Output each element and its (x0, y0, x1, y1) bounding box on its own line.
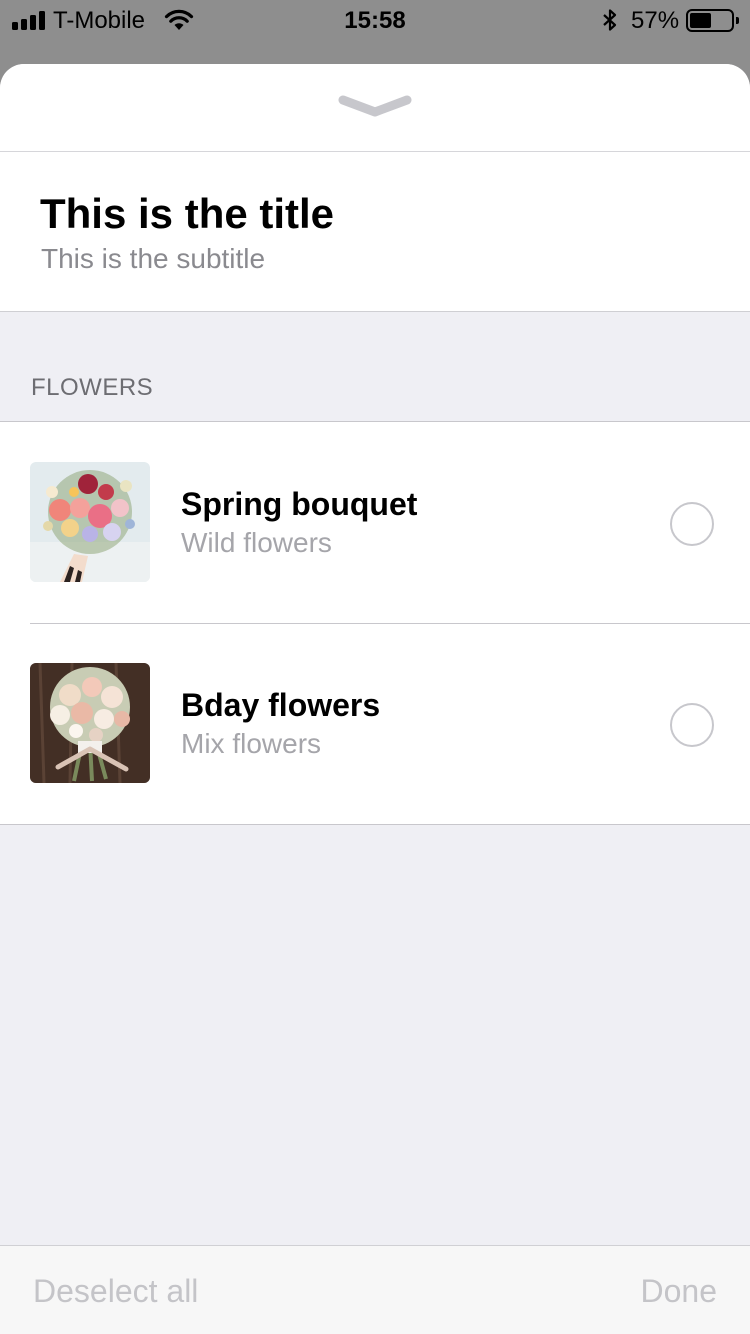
bday-flowers-thumbnail (30, 663, 150, 783)
flower-list: Spring bouquet Wild flowers Bday flowers… (0, 421, 750, 825)
list-item[interactable]: Spring bouquet Wild flowers (0, 422, 750, 623)
battery-percent: 57% (631, 7, 680, 34)
item-subtitle: Wild flowers (181, 527, 332, 558)
list-item[interactable]: Bday flowers Mix flowers (0, 623, 750, 824)
spring-bouquet-thumbnail (30, 462, 150, 582)
sheet-grabber-area[interactable] (0, 64, 750, 152)
chevron-down-icon[interactable] (338, 94, 412, 120)
sheet-title: This is the title (40, 190, 335, 237)
select-radio[interactable] (670, 703, 714, 747)
deselect-all-button[interactable]: Deselect all (33, 1272, 198, 1310)
sheet-subtitle: This is the subtitle (41, 243, 266, 274)
bluetooth-icon (603, 9, 617, 31)
battery-icon (686, 9, 739, 32)
item-subtitle: Mix flowers (181, 728, 322, 759)
item-title: Bday flowers (181, 687, 381, 723)
section-header: FLOWERS (31, 374, 154, 401)
bottom-toolbar: Deselect all Done (0, 1245, 750, 1334)
item-title: Spring bouquet (181, 486, 418, 522)
bottom-sheet: This is the title This is the subtitle F… (0, 64, 750, 1334)
select-radio[interactable] (670, 502, 714, 546)
status-bar: T-Mobile 15:58 57% (0, 0, 750, 40)
sheet-header: This is the title This is the subtitle (0, 152, 750, 312)
done-button[interactable]: Done (641, 1272, 718, 1310)
